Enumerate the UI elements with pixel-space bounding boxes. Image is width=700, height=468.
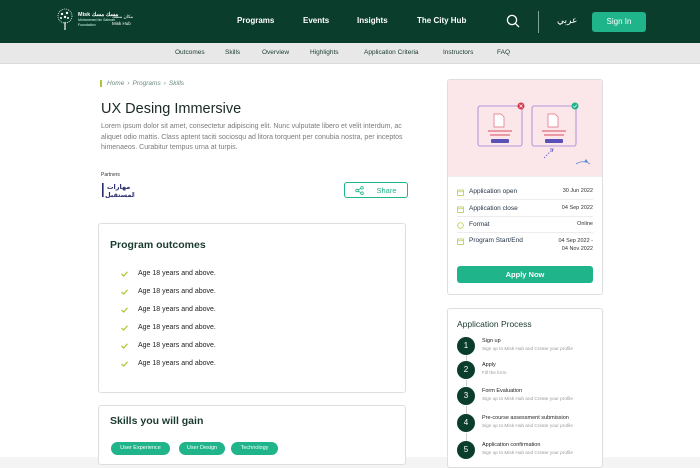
- breadcrumb: Home › Programs › Skills: [100, 80, 184, 87]
- subnav-skills[interactable]: Skills: [225, 49, 240, 56]
- step-connector: [466, 406, 467, 414]
- subnav-instructors[interactable]: Instructors: [443, 49, 473, 56]
- subnav-application-criteria[interactable]: Application Criteria: [364, 49, 419, 56]
- check-icon: [121, 306, 128, 313]
- chevron-right-icon: ›: [163, 80, 166, 87]
- subnav-outcomes[interactable]: Outcomes: [175, 49, 205, 56]
- illustration-graphic: [477, 102, 591, 165]
- outcome-item: Age 18 years and above.: [121, 270, 216, 277]
- process-step: 2 Apply Fill the form: [457, 361, 582, 379]
- detail-row-program-dates: Program Start/End 04 Sep 2022 -04 Nov 20…: [457, 237, 593, 253]
- outcome-item: Age 18 years and above.: [121, 360, 216, 367]
- step-number: 1: [457, 337, 475, 355]
- step-description: Sign up to Misk Hub and Create your prof…: [482, 396, 573, 401]
- step-title: Form Evaluation: [482, 388, 523, 394]
- breadcrumb-home[interactable]: Home: [107, 80, 124, 87]
- calendar-icon: [457, 189, 464, 196]
- process-step: 5 Application confirmation Sign up to Mis…: [457, 441, 582, 459]
- check-icon: [121, 270, 128, 277]
- calendar-icon: [457, 206, 464, 213]
- step-number: 4: [457, 414, 475, 432]
- outcome-item: Age 18 years and above.: [121, 324, 216, 331]
- skills-card: Skills you will gain User Experience Use…: [98, 405, 406, 465]
- nav-events[interactable]: Events: [303, 16, 329, 25]
- svg-text:المستقبل: المستقبل: [105, 191, 135, 199]
- share-label: Share: [376, 185, 397, 195]
- detail-row-format: Format Online: [457, 221, 593, 229]
- step-title: Apply: [482, 362, 496, 368]
- divider: [457, 232, 593, 233]
- program-outcomes-card: Program outcomes Age 18 years and above.…: [98, 223, 406, 393]
- skill-chip[interactable]: Technology: [231, 442, 278, 455]
- subnav-overview[interactable]: Overview: [262, 49, 289, 56]
- application-process-card: Application Process 1 Sign up Sign up to …: [447, 308, 603, 468]
- apply-now-button[interactable]: Apply Now: [457, 266, 593, 283]
- detail-row-application-open: Application open 30 Jun 2022: [457, 188, 593, 196]
- step-number: 5: [457, 441, 475, 459]
- check-icon: [121, 342, 128, 349]
- search-icon[interactable]: [506, 14, 520, 28]
- section-subnav: Outcomes Skills Overview Highlights Appl…: [0, 43, 700, 64]
- application-illustration: [448, 80, 602, 177]
- breadcrumb-skills: Skills: [168, 80, 185, 87]
- hub-logo-ar: مكان مسك: [112, 14, 134, 19]
- step-connector: [466, 433, 467, 441]
- hub-logo-en: Misk Hub: [112, 21, 131, 26]
- tree-logo-icon: [57, 8, 73, 30]
- share-button[interactable]: Share: [344, 182, 408, 198]
- skill-chip[interactable]: User Experience: [111, 442, 170, 455]
- subnav-highlights[interactable]: Highlights: [310, 49, 339, 56]
- share-icon: [355, 185, 365, 195]
- check-icon: [121, 360, 128, 367]
- check-icon: [121, 288, 128, 295]
- nav-insights[interactable]: Insights: [357, 16, 388, 25]
- detail-row-application-close: Application close 04 Sep 2022: [457, 205, 593, 213]
- calendar-icon: [457, 238, 464, 245]
- nav-programs[interactable]: Programs: [237, 16, 274, 25]
- step-description: Fill the form: [482, 370, 507, 375]
- skill-chip[interactable]: User Design: [179, 442, 225, 455]
- process-step: 3 Form Evaluation Sign up to Misk Hub and…: [457, 387, 582, 405]
- divider: [457, 216, 593, 217]
- outcome-item: Age 18 years and above.: [121, 342, 216, 349]
- step-description: Sign up to Misk Hub and Create your prof…: [482, 346, 573, 351]
- misk-logo[interactable]: Misk مسك مسك Mohammed bin Salman Foundat…: [55, 8, 118, 32]
- divider: [457, 199, 593, 200]
- step-title: Sign up: [482, 338, 501, 344]
- step-number: 3: [457, 387, 475, 405]
- divider: [538, 11, 539, 33]
- misk-hub-logo[interactable]: مكان مسك Misk Hub: [112, 14, 133, 26]
- nav-city-hub[interactable]: The City Hub: [417, 16, 466, 25]
- step-connector: [466, 380, 467, 386]
- language-toggle[interactable]: عربي: [557, 15, 577, 26]
- outcome-item: Age 18 years and above.: [121, 288, 216, 295]
- breadcrumb-programs[interactable]: Programs: [133, 80, 161, 87]
- top-navbar: Misk مسك مسك Mohammed bin Salman Foundat…: [0, 0, 700, 43]
- step-number: 2: [457, 361, 475, 379]
- program-details-card: Application open 30 Jun 2022 Application …: [447, 79, 603, 295]
- subnav-faq[interactable]: FAQ: [497, 49, 510, 56]
- sign-in-button[interactable]: Sign In: [592, 12, 646, 32]
- process-step: 4 Pre-course assessment submission Sign u…: [457, 414, 582, 432]
- outcomes-heading: Program outcomes: [110, 239, 206, 251]
- step-description: Sign up to Misk Hub and Create your prof…: [482, 450, 573, 455]
- partner-logo: مهارات المستقبل: [102, 183, 135, 199]
- svg-text:مهارات: مهارات: [107, 183, 130, 191]
- step-description: Sign up to Misk Hub and Create your prof…: [482, 423, 573, 428]
- step-title: Pre-course assessment submission: [482, 415, 569, 421]
- page-title: UX Desing Immersive: [101, 101, 242, 117]
- check-icon: [121, 324, 128, 331]
- program-description: Lorem ipsum dolor sit amet, consectetur …: [101, 123, 403, 151]
- partners-label: Partners: [101, 172, 120, 178]
- process-heading: Application Process: [457, 319, 532, 329]
- skills-heading: Skills you will gain: [110, 415, 204, 427]
- format-icon: [457, 222, 464, 229]
- process-step: 1 Sign up Sign up to Misk Hub and Create …: [457, 337, 582, 355]
- chevron-right-icon: ›: [127, 80, 130, 87]
- step-title: Application confirmation: [482, 442, 541, 448]
- outcome-item: Age 18 years and above.: [121, 306, 216, 313]
